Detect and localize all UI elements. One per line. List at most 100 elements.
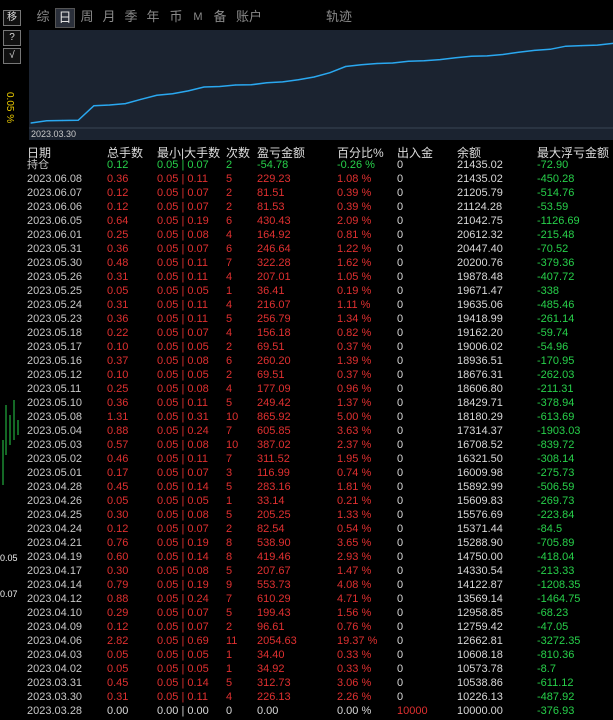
table-row[interactable]: 2023.05.01 0.17 0.05 | 0.07 3 116.99 0.74 % 0 1… xyxy=(27,466,613,480)
table-row[interactable]: 2023.05.11 0.25 0.05 | 0.08 4 177.09 0.96 % 0 1… xyxy=(27,382,613,396)
table-row[interactable]: 2023.05.31 0.36 0.05 | 0.07 6 246.64 1.22 % 0 2… xyxy=(27,242,613,256)
cell-percent: 0.81 % xyxy=(337,229,372,241)
cell-percent: 0.39 % xyxy=(337,187,372,199)
tab-summary[interactable]: 综 xyxy=(34,8,52,26)
table-row[interactable]: 2023.04.19 0.60 0.05 | 0.14 8 419.46 2.93 % 0 1… xyxy=(27,550,613,564)
table-row[interactable]: 2023.05.04 0.88 0.05 | 0.24 7 605.85 3.63 % 0 1… xyxy=(27,424,613,438)
table-row[interactable]: 2023.05.24 0.31 0.05 | 0.11 4 216.07 1.11 % 0 1… xyxy=(27,298,613,312)
cell-deposit: 0 xyxy=(397,271,404,283)
table-row[interactable]: 2023.04.26 0.05 0.05 | 0.05 1 33.14 0.21 % 0 15… xyxy=(27,494,613,508)
cell-deposit: 0 xyxy=(397,551,404,563)
table-row[interactable]: 2023.05.03 0.57 0.05 | 0.08 10 387.02 2.37 % 0… xyxy=(27,438,613,452)
tab-currency[interactable]: 币 xyxy=(167,8,185,26)
cell-count: 5 xyxy=(226,565,233,577)
table-row[interactable]: 2023.03.30 0.31 0.05 | 0.11 4 226.13 2.26 % 0 1… xyxy=(27,690,613,704)
cell-lots: 0.36 xyxy=(107,173,129,185)
equity-point xyxy=(392,62,394,64)
table-row[interactable]: 2023.03.28 0.00 0.00 | 0.00 0 0.00 0.00 % 1000… xyxy=(27,704,613,718)
table-row[interactable]: 2023.05.30 0.48 0.05 | 0.11 7 322.28 1.62 % 0 2… xyxy=(27,256,613,270)
cell-percent: 1.37 % xyxy=(337,397,372,409)
cell-percent: 1.62 % xyxy=(337,257,372,269)
cell-count: 5 xyxy=(226,481,233,493)
cell-balance: 10538.86 xyxy=(457,677,503,689)
table-row[interactable]: 2023.05.10 0.36 0.05 | 0.11 5 249.42 1.37 % 0 1… xyxy=(27,396,613,410)
equity-point xyxy=(580,45,583,47)
table-row[interactable]: 2023.04.17 0.30 0.05 | 0.08 5 207.67 1.47 % 0 1… xyxy=(27,564,613,578)
cell-lots: 0.12 xyxy=(107,201,129,213)
table-row[interactable]: 2023.05.08 1.31 0.05 | 0.31 10 865.92 5.00 % 0… xyxy=(27,410,613,424)
tab-account[interactable]: 账户 xyxy=(232,8,266,26)
table-row[interactable]: 2023.04.14 0.79 0.05 | 0.19 9 553.73 4.08 % 0 1… xyxy=(27,578,613,592)
cell-percent: 3.06 % xyxy=(337,677,372,689)
equity-point xyxy=(124,102,126,105)
table-row[interactable]: 2023.05.12 0.10 0.05 | 0.05 2 69.51 0.37 % 0 18… xyxy=(27,368,613,382)
table-row[interactable]: 2023.04.12 0.88 0.05 | 0.24 7 610.29 4.71 % 0 1… xyxy=(27,592,613,606)
cell-date: 2023.05.30 xyxy=(27,257,83,269)
cell-min-max-lots: 0.05 | 0.07 xyxy=(157,243,209,255)
cell-profit: 387.02 xyxy=(257,439,291,451)
table-row[interactable]: 2023.06.06 0.12 0.05 | 0.07 2 81.53 0.39 % 0 21… xyxy=(27,200,613,214)
table-row[interactable]: 2023.04.03 0.05 0.05 | 0.05 1 34.40 0.33 % 0 10… xyxy=(27,648,613,662)
tab-m[interactable]: M xyxy=(190,8,206,26)
tab-monthly[interactable]: 月 xyxy=(100,8,118,26)
position-row[interactable]: 持仓 0.12 0.05 | 0.07 2 -54.78 -0.26 % 0 21435.02… xyxy=(27,158,613,172)
cell-count: 8 xyxy=(226,537,233,549)
tab-quarterly[interactable]: 季 xyxy=(122,8,140,26)
table-row[interactable]: 2023.03.31 0.45 0.05 | 0.14 5 312.73 3.06 % 0 1… xyxy=(27,676,613,690)
cell-profit: 69.51 xyxy=(257,341,285,353)
table-row[interactable]: 2023.06.08 0.36 0.05 | 0.11 5 229.23 1.08 % 0 2… xyxy=(27,172,613,186)
tab-weekly[interactable]: 周 xyxy=(78,8,96,26)
cell-max-drawdown: -213.33 xyxy=(537,565,575,577)
cell-min-max-lots: 0.05 | 0.05 xyxy=(157,369,209,381)
table-row[interactable]: 2023.05.25 0.05 0.05 | 0.05 1 36.41 0.19 % 0 19… xyxy=(27,284,613,298)
cell-deposit: 0 xyxy=(397,607,404,619)
table-row[interactable]: 2023.05.23 0.36 0.05 | 0.11 5 256.79 1.34 % 0 1… xyxy=(27,312,613,326)
cell-date: 2023.04.10 xyxy=(27,607,83,619)
table-row[interactable]: 2023.04.24 0.12 0.05 | 0.07 2 82.54 0.54 % 0 15… xyxy=(27,522,613,536)
tab-yearly[interactable]: 年 xyxy=(144,8,162,26)
tab-trajectory[interactable]: 轨迹 xyxy=(322,8,356,26)
cell-date: 2023.04.17 xyxy=(27,565,83,577)
table-row[interactable]: 2023.05.17 0.10 0.05 | 0.05 2 69.51 0.37 % 0 19… xyxy=(27,340,613,354)
cell-balance: 15288.90 xyxy=(457,537,503,549)
table-row[interactable]: 2023.04.25 0.30 0.05 | 0.08 5 205.25 1.33 % 0 1… xyxy=(27,508,613,522)
table-row[interactable]: 2023.04.28 0.45 0.05 | 0.14 5 283.16 1.81 % 0 1… xyxy=(27,480,613,494)
table-row[interactable]: 2023.04.21 0.76 0.05 | 0.19 8 538.90 3.65 % 0 1… xyxy=(27,536,613,550)
help-button[interactable]: ? xyxy=(3,30,21,46)
cell-count: 6 xyxy=(226,215,233,227)
check-button[interactable]: √ xyxy=(3,48,21,64)
cell-lots: 0.12 xyxy=(107,159,129,171)
cell-deposit: 0 xyxy=(397,369,404,381)
cell-count: 2 xyxy=(226,621,233,633)
table-row[interactable]: 2023.06.05 0.64 0.05 | 0.19 6 430.43 2.09 % 0 2… xyxy=(27,214,613,228)
tab-backup[interactable]: 备 xyxy=(211,8,229,26)
equity-point xyxy=(439,58,441,61)
table-row[interactable]: 2023.06.01 0.25 0.05 | 0.08 4 164.92 0.81 % 0 2… xyxy=(27,228,613,242)
cell-max-drawdown: -53.59 xyxy=(537,201,569,213)
tab-daily[interactable]: 日 xyxy=(55,8,75,28)
cell-deposit: 0 xyxy=(397,229,404,241)
cell-min-max-lots: 0.05 | 0.05 xyxy=(157,285,209,297)
cell-lots: 0.05 xyxy=(107,495,129,507)
table-row[interactable]: 2023.04.10 0.29 0.05 | 0.07 5 199.43 1.56 % 0 1… xyxy=(27,606,613,620)
table-row[interactable]: 2023.05.16 0.37 0.05 | 0.08 6 260.20 1.39 % 0 1… xyxy=(27,354,613,368)
cell-max-drawdown: -1208.35 xyxy=(537,579,581,591)
table-row[interactable]: 2023.05.26 0.31 0.05 | 0.11 4 207.01 1.05 % 0 1… xyxy=(27,270,613,284)
table-row[interactable]: 2023.05.02 0.46 0.05 | 0.11 7 311.52 1.95 % 0 1… xyxy=(27,452,613,466)
table-row[interactable]: 2023.04.09 0.12 0.05 | 0.07 2 96.61 0.76 % 0 12… xyxy=(27,620,613,634)
table-row[interactable]: 2023.05.18 0.22 0.05 | 0.07 4 156.18 0.82 % 0 1… xyxy=(27,326,613,340)
move-button[interactable]: 移 xyxy=(3,10,21,26)
table-row[interactable]: 2023.06.07 0.12 0.05 | 0.07 2 81.51 0.39 % 0 21… xyxy=(27,186,613,200)
cell-count: 9 xyxy=(226,579,233,591)
cell-profit: 256.79 xyxy=(257,313,291,325)
cell-percent: 0.76 % xyxy=(337,621,372,633)
cell-balance: 21042.75 xyxy=(457,215,503,227)
cell-count: 2 xyxy=(226,341,233,353)
cell-min-max-lots: 0.05 | 0.08 xyxy=(157,509,209,521)
cell-balance: 15892.99 xyxy=(457,481,503,493)
table-row[interactable]: 2023.04.02 0.05 0.05 | 0.05 1 34.92 0.33 % 0 10… xyxy=(27,662,613,676)
cell-percent: 2.26 % xyxy=(337,691,372,703)
table-row[interactable]: 2023.04.06 2.82 0.05 | 0.69 11 2054.63 19.37 … xyxy=(27,634,613,648)
cell-deposit: 0 xyxy=(397,187,404,199)
cell-count: 5 xyxy=(226,397,233,409)
